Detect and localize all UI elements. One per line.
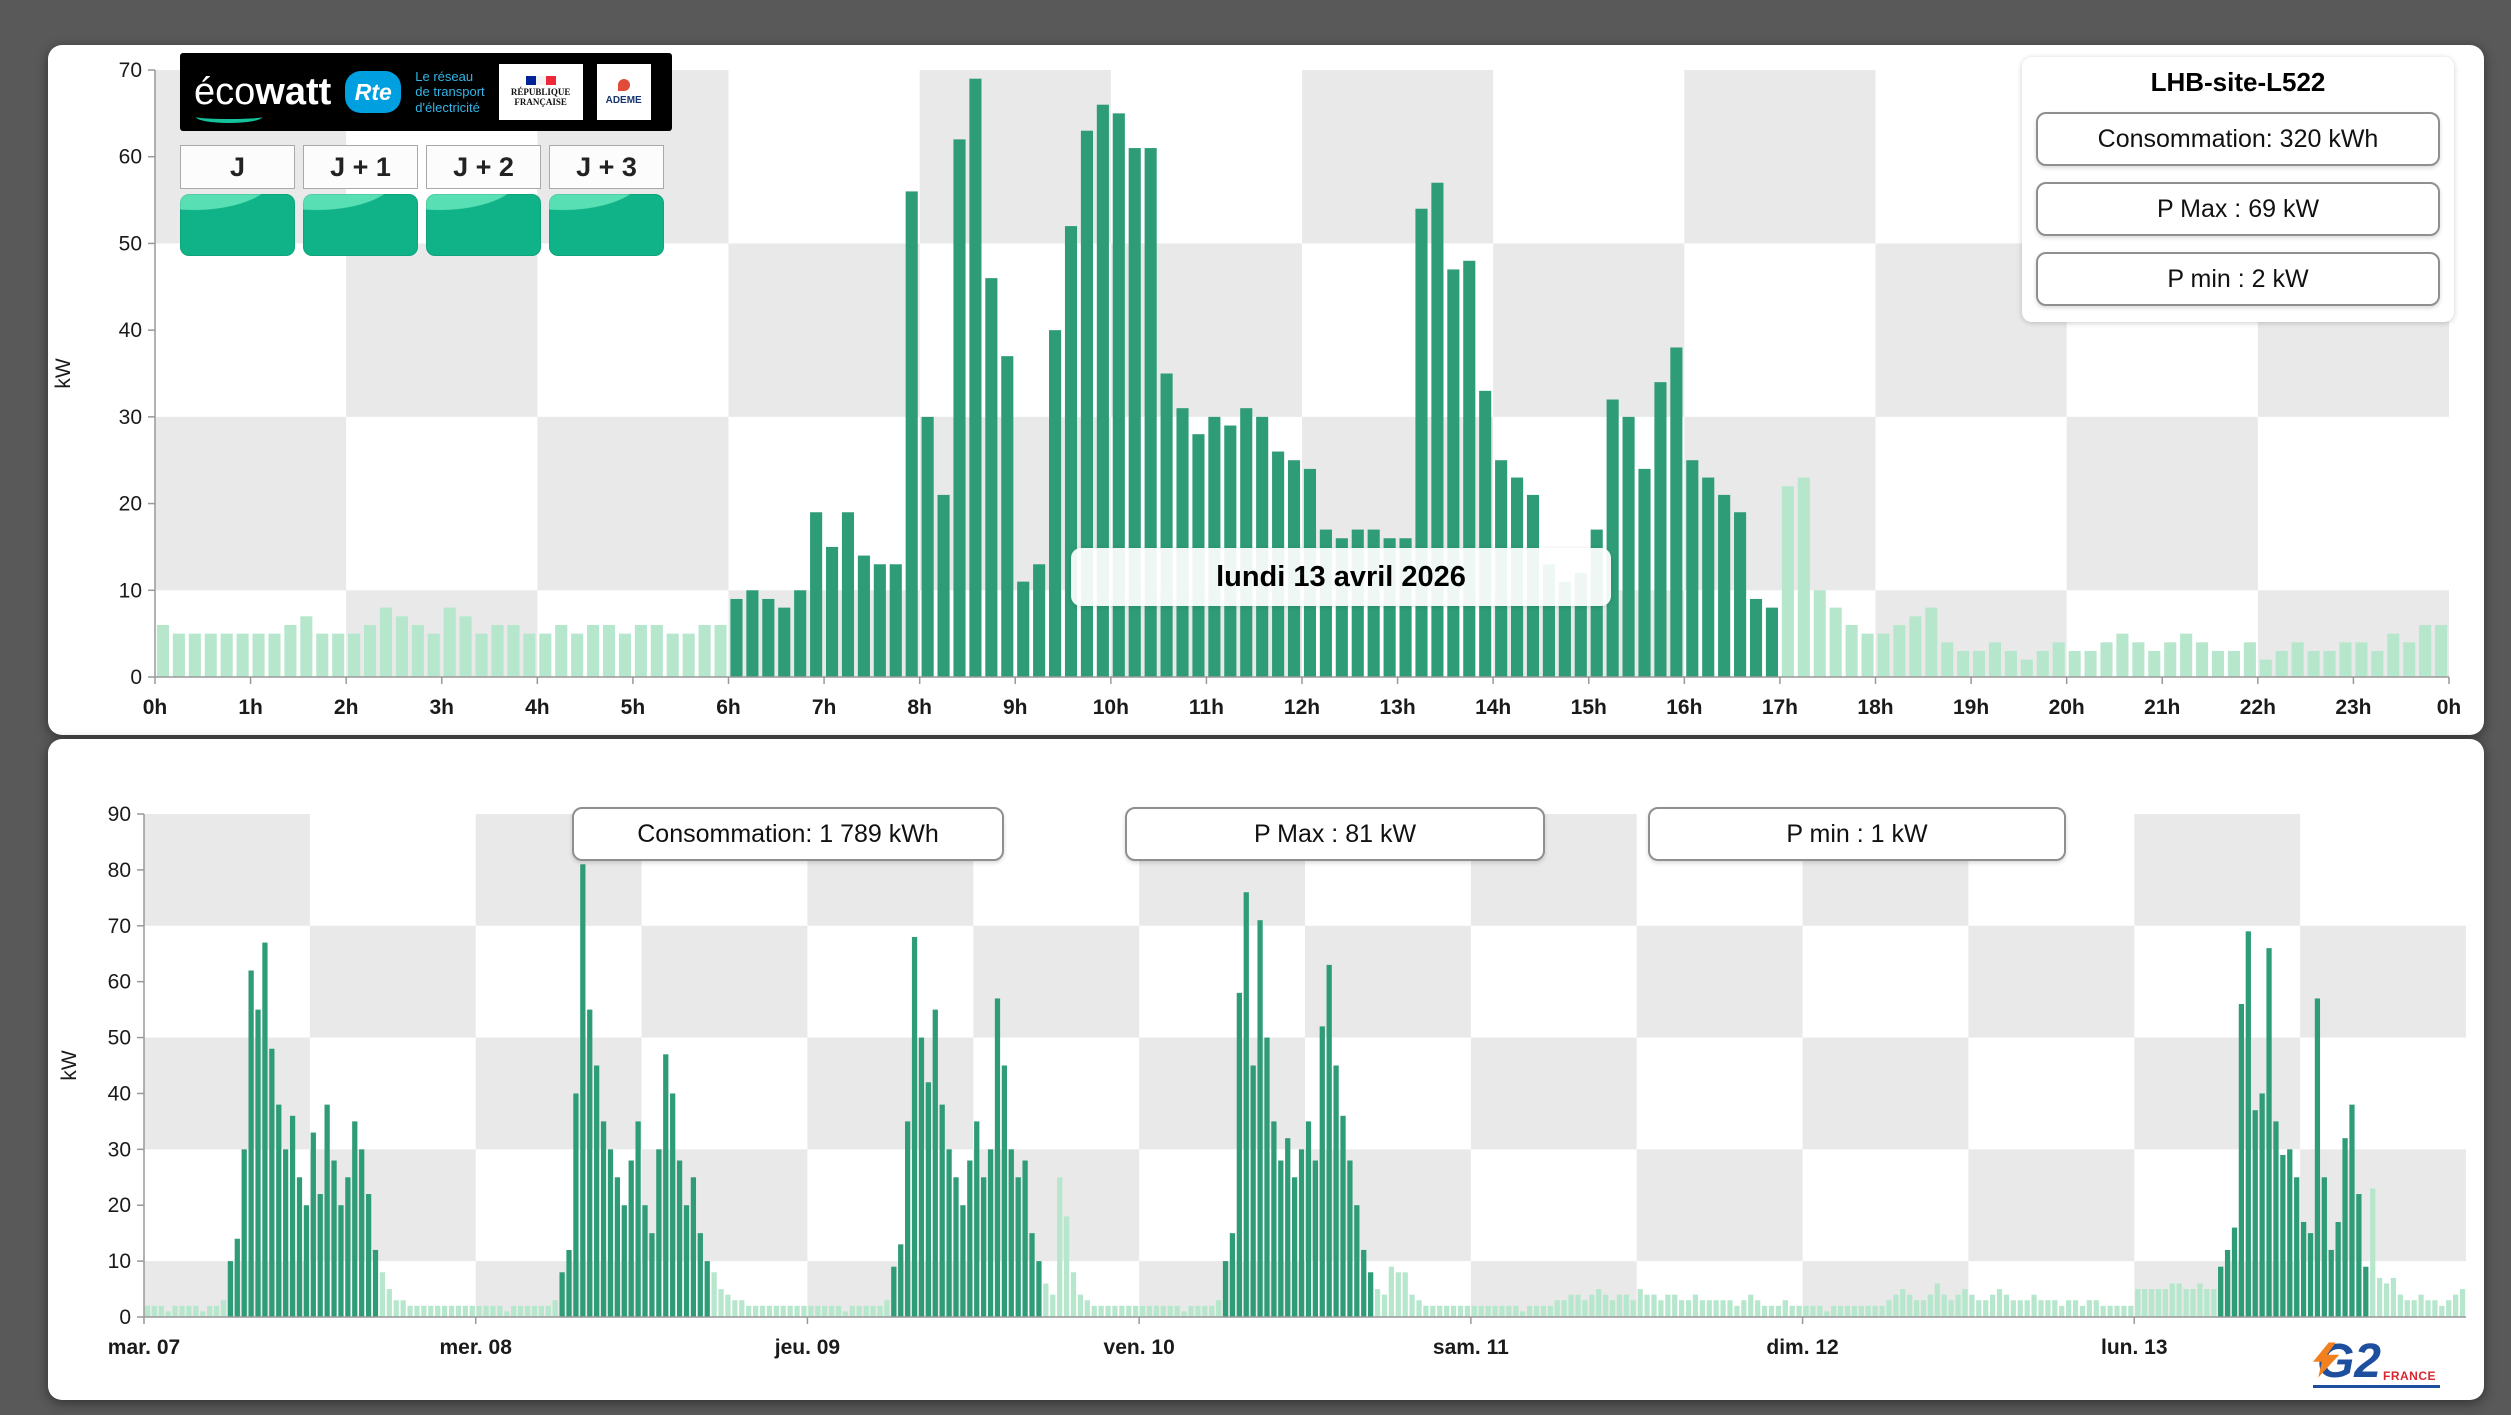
svg-text:17h: 17h: [1762, 696, 1798, 719]
svg-text:lun. 13: lun. 13: [2101, 1336, 2168, 1359]
svg-text:60: 60: [119, 146, 142, 169]
g2e-logo: G2 FRANCE: [2312, 1338, 2440, 1388]
svg-text:6h: 6h: [716, 696, 741, 719]
date-label: lundi 13 avril 2026: [1071, 548, 1611, 606]
site-name: LHB-site-L522: [2150, 67, 2326, 97]
svg-text:20: 20: [119, 493, 142, 516]
ecowatt-logo: écowatt Rte Le réseau de transport d'éle…: [180, 53, 672, 131]
rte-caption: Le réseau de transport d'électricité: [415, 68, 485, 115]
svg-text:13h: 13h: [1379, 696, 1415, 719]
ecowatt-tab-j1[interactable]: J + 1: [303, 145, 418, 256]
svg-text:kW: kW: [52, 358, 75, 389]
svg-text:9h: 9h: [1003, 696, 1028, 719]
svg-text:18h: 18h: [1857, 696, 1893, 719]
ecowatt-signal-green-j: [180, 194, 295, 256]
svg-text:7h: 7h: [812, 696, 837, 719]
ecowatt-swoosh-icon: [196, 111, 262, 123]
svg-text:15h: 15h: [1571, 696, 1607, 719]
ecowatt-tab-j1-label: J + 1: [303, 145, 418, 189]
svg-text:11h: 11h: [1189, 696, 1224, 719]
svg-text:mer. 08: mer. 08: [440, 1336, 513, 1359]
ademe-flame-icon: [617, 78, 630, 91]
french-flag-icon: [525, 76, 556, 86]
ecowatt-tab-j2[interactable]: J + 2: [426, 145, 541, 256]
ecowatt-signal-green-j2: [426, 194, 541, 256]
svg-text:16h: 16h: [1666, 696, 1702, 719]
svg-text:10: 10: [119, 579, 142, 602]
daily-chart-panel: 0 10 20 30 40 50 60 70 0h 1h 2h 3h 4h 5h 6h 7h 8h 9h 10h 11…: [48, 45, 2484, 735]
ecowatt-brand-watt: watt: [255, 70, 332, 113]
svg-text:50: 50: [108, 1027, 131, 1050]
site-stats-card: LHB-site-L522 Consommation: 320 kWh P Ma…: [2022, 57, 2454, 322]
svg-text:60: 60: [108, 971, 131, 994]
daily-consumption-stat: Consommation: 320 kWh: [2036, 112, 2440, 166]
svg-text:30: 30: [108, 1138, 131, 1161]
rte-logo: Rte: [345, 71, 402, 113]
svg-text:23h: 23h: [2335, 696, 2371, 719]
g2e-logo-right: FRANCE: [2312, 1342, 2436, 1383]
svg-text:20h: 20h: [2049, 696, 2085, 719]
svg-text:0h: 0h: [2437, 696, 2462, 719]
svg-text:22h: 22h: [2240, 696, 2276, 719]
ecowatt-brand-eco: éco: [194, 70, 256, 113]
ademe-logo: ADEME: [596, 64, 651, 120]
svg-text:30: 30: [119, 406, 142, 429]
ecowatt-tab-j-label: J: [180, 145, 295, 189]
weekly-pmin-stat: P min : 1 kW: [1648, 807, 2066, 861]
svg-text:0: 0: [130, 666, 142, 689]
daily-pmin-stat: P min : 2 kW: [2036, 252, 2440, 306]
svg-text:1h: 1h: [238, 696, 263, 719]
svg-text:70: 70: [108, 915, 131, 938]
svg-text:4h: 4h: [525, 696, 550, 719]
svg-text:10: 10: [108, 1250, 131, 1273]
energy-dashboard: 0 10 20 30 40 50 60 70 0h 1h 2h 3h 4h 5h 6h 7h 8h 9h 10h 11…: [0, 0, 2511, 1415]
g2e-lightning-icon: [2312, 1342, 2340, 1378]
g2e-country-text: FRANCE: [2383, 1369, 2436, 1383]
svg-text:8h: 8h: [907, 696, 932, 719]
republique-francaise-logo: RÉPUBLIQUE FRANÇAISE: [498, 64, 583, 120]
weekly-pmax-stat: P Max : 81 kW: [1125, 807, 1545, 861]
svg-text:90: 90: [108, 803, 131, 826]
svg-text:10h: 10h: [1093, 696, 1129, 719]
svg-text:40: 40: [119, 319, 142, 342]
svg-text:kW: kW: [58, 1050, 81, 1081]
svg-text:3h: 3h: [429, 696, 454, 719]
weekly-consumption-stat: Consommation: 1 789 kWh: [572, 807, 1004, 861]
ecowatt-tab-j2-label: J + 2: [426, 145, 541, 189]
daily-pmax-stat: P Max : 69 kW: [2036, 182, 2440, 236]
svg-text:5h: 5h: [621, 696, 646, 719]
svg-text:sam. 11: sam. 11: [1433, 1336, 1509, 1359]
ademe-text: ADEME: [605, 94, 642, 106]
svg-text:40: 40: [108, 1082, 131, 1105]
ecowatt-signal-green-j1: [303, 194, 418, 256]
svg-text:ven. 10: ven. 10: [1104, 1336, 1175, 1359]
svg-text:mar. 07: mar. 07: [108, 1336, 180, 1359]
svg-text:14h: 14h: [1475, 696, 1511, 719]
svg-text:70: 70: [119, 59, 142, 82]
republique-francaise-text: RÉPUBLIQUE FRANÇAISE: [510, 87, 571, 107]
ecowatt-brand: écowatt: [194, 70, 332, 123]
svg-text:21h: 21h: [2144, 696, 2180, 719]
ecowatt-tab-j3[interactable]: J + 3: [549, 145, 664, 256]
ecowatt-widget: écowatt Rte Le réseau de transport d'éle…: [180, 53, 672, 256]
svg-text:jeu. 09: jeu. 09: [774, 1336, 840, 1359]
svg-text:50: 50: [119, 232, 142, 255]
ecowatt-tab-j3-label: J + 3: [549, 145, 664, 189]
svg-text:dim. 12: dim. 12: [1766, 1336, 1838, 1359]
svg-text:0h: 0h: [143, 696, 168, 719]
weekly-chart-panel: 0 10 20 30 40 50 60 70 80 90 mar. 07 mer. 08 jeu. 09…: [48, 739, 2484, 1400]
svg-text:80: 80: [108, 859, 131, 882]
ecowatt-signal-green-j3: [549, 194, 664, 256]
svg-text:2h: 2h: [334, 696, 359, 719]
svg-text:20: 20: [108, 1194, 131, 1217]
svg-text:19h: 19h: [1953, 696, 1989, 719]
svg-text:0: 0: [119, 1306, 131, 1329]
ecowatt-day-tabs: J J + 1 J + 2 J + 3: [180, 145, 672, 256]
svg-text:12h: 12h: [1284, 696, 1320, 719]
ecowatt-tab-j[interactable]: J: [180, 145, 295, 256]
